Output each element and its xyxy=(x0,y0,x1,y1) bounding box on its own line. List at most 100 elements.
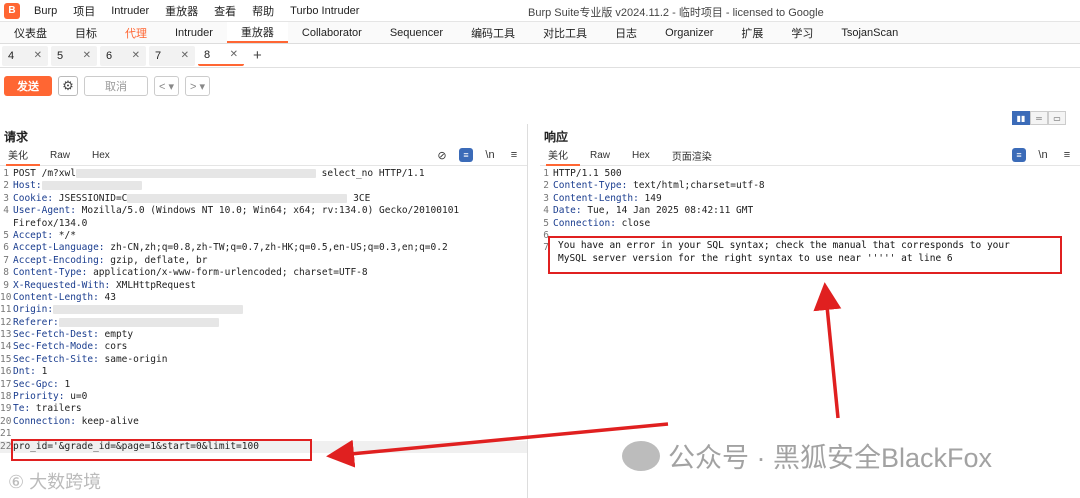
tab-target[interactable]: 目标 xyxy=(61,22,111,43)
code-text: Content-Length: 149 xyxy=(553,192,662,204)
tabbed-layout-icon[interactable]: ▭ xyxy=(1048,111,1066,125)
tab-raw[interactable]: Raw xyxy=(48,146,82,166)
wechat-icon xyxy=(622,440,660,471)
tab-comparer[interactable]: 对比工具 xyxy=(529,22,601,43)
close-icon[interactable]: ✕ xyxy=(132,50,140,61)
code-text: Sec-Fetch-Dest: empty xyxy=(13,329,134,341)
line-number xyxy=(0,218,13,230)
menu-burp[interactable]: Burp xyxy=(26,5,65,17)
code-line: 3 Cookie: JSESSIONID=C 3CE xyxy=(0,193,527,205)
tab-tsojanscan[interactable]: TsojanScan xyxy=(827,22,912,43)
tab-sequencer[interactable]: Sequencer xyxy=(376,22,457,43)
close-icon[interactable]: ✕ xyxy=(230,49,238,60)
repeater-tab-active[interactable]: 8 ✕ xyxy=(198,45,244,66)
line-number: 7 xyxy=(3,254,9,266)
code-line: 13 Sec-Fetch-Dest: empty xyxy=(0,329,527,341)
line-number: 3 xyxy=(3,192,9,204)
repeater-tab[interactable]: 7 ✕ xyxy=(149,45,195,66)
newline-icon[interactable]: \n xyxy=(1036,148,1050,162)
close-icon[interactable]: ✕ xyxy=(181,50,189,61)
add-tab-icon[interactable]: + xyxy=(253,47,262,64)
code-line: 14 Sec-Fetch-Mode: cors xyxy=(0,341,527,353)
code-text: Origin: xyxy=(13,304,244,316)
menu-project[interactable]: 项目 xyxy=(65,3,103,19)
menu-view[interactable]: 查看 xyxy=(206,3,244,19)
gear-icon[interactable]: ⚙ xyxy=(58,76,78,96)
repeater-tab[interactable]: 5 ✕ xyxy=(51,45,97,66)
line-number: 4 xyxy=(543,205,549,217)
menu-intruder[interactable]: Intruder xyxy=(103,5,157,17)
code-text: Te: trailers xyxy=(13,403,82,415)
menu-icon[interactable]: ≡ xyxy=(507,148,521,162)
code-text: Accept: */* xyxy=(13,229,76,241)
tab-dashboard[interactable]: 仪表盘 xyxy=(0,22,61,43)
hide-eye-icon[interactable]: ⊘ xyxy=(435,148,449,162)
tab-intruder[interactable]: Intruder xyxy=(161,22,227,43)
repeater-tab[interactable]: 6 ✕ xyxy=(100,45,146,66)
line-number: 19 xyxy=(0,403,12,415)
error-highlight-box xyxy=(548,236,1062,274)
close-icon[interactable]: ✕ xyxy=(34,50,42,61)
code-text: Sec-Gpc: 1 xyxy=(13,378,71,390)
line-number: 1 xyxy=(543,168,549,179)
back-button[interactable]: < ▾ xyxy=(154,76,180,96)
tab-hex[interactable]: Hex xyxy=(630,146,662,166)
tab-organizer[interactable]: Organizer xyxy=(651,22,727,43)
split-vertical-icon[interactable]: ═ xyxy=(1030,111,1048,125)
line-number: 20 xyxy=(0,415,12,427)
tab-hex[interactable]: Hex xyxy=(90,146,122,166)
tab-logger[interactable]: 日志 xyxy=(601,22,651,43)
tab-proxy[interactable]: 代理 xyxy=(111,22,161,43)
forward-button[interactable]: > ▾ xyxy=(185,76,211,96)
code-line: 2 Host: xyxy=(0,180,527,192)
tab-repeater[interactable]: 重放器 xyxy=(226,22,288,43)
menu-help[interactable]: 帮助 xyxy=(244,3,282,19)
code-text: HTTP/1.1 500 xyxy=(553,168,622,179)
close-icon[interactable]: ✕ xyxy=(83,50,91,61)
line-number: 5 xyxy=(543,217,549,229)
code-text: Dnt: 1 xyxy=(13,366,48,378)
wrap-lines-icon[interactable]: ≡ xyxy=(459,148,473,162)
code-line: 8 Content-Type: application/x-www-form-ur… xyxy=(0,267,527,279)
tab-decoder[interactable]: 编码工具 xyxy=(457,22,529,43)
tab-extensions[interactable]: 扩展 xyxy=(727,22,777,43)
request-editor[interactable]: 1 POST /m?xwl select_no HTTP/1.1 2 Host: 3 Co… xyxy=(0,166,527,453)
code-line: 3 Content-Length: 149 xyxy=(540,193,1080,205)
line-number: 5 xyxy=(3,229,9,241)
request-title: 请求 xyxy=(4,130,29,144)
repeater-tab[interactable]: 4 ✕ xyxy=(2,45,48,66)
watermark-text: 公众号 · 黑狐安全BlackFox xyxy=(668,443,993,473)
split-horizontal-icon[interactable]: ▮▮ xyxy=(1012,111,1030,125)
redacted-block xyxy=(53,305,244,315)
send-button[interactable]: 发送 xyxy=(4,76,52,96)
response-title: 响应 xyxy=(544,130,569,144)
repeater-tab-label: 4 xyxy=(8,49,15,62)
code-text: User-Agent: Mozilla/5.0 (Windows NT 10.0… xyxy=(13,205,460,217)
redacted-block xyxy=(58,317,219,327)
code-text: Connection: keep-alive xyxy=(13,415,139,427)
cancel-button[interactable]: 取消 xyxy=(84,76,148,96)
code-line: 4 Date: Tue, 14 Jan 2025 08:42:11 GMT xyxy=(540,205,1080,217)
code-text: Content-Type: text/html;charset=utf-8 xyxy=(553,180,765,192)
code-line: 9 X-Requested-With: XMLHttpRequest xyxy=(0,280,527,292)
code-text: Connection: close xyxy=(553,217,651,229)
tab-raw[interactable]: Raw xyxy=(588,146,622,166)
tab-pretty[interactable]: 美化 xyxy=(546,146,580,166)
tab-render[interactable]: 页面渲染 xyxy=(670,146,724,166)
code-line: 10 Content-Length: 43 xyxy=(0,292,527,304)
code-line: Firefox/134.0 xyxy=(0,218,527,230)
repeater-tabs: 4 ✕ 5 ✕ 6 ✕ 7 ✕ 8 ✕ + xyxy=(0,44,1080,68)
line-number: 2 xyxy=(3,180,9,192)
code-line: 12 Referer: xyxy=(0,317,527,329)
menu-repeater[interactable]: 重放器 xyxy=(157,3,206,19)
code-line: 7 Accept-Encoding: gzip, deflate, br xyxy=(0,255,527,267)
tab-collaborator[interactable]: Collaborator xyxy=(288,22,376,43)
menu-turbo-intruder[interactable]: Turbo Intruder xyxy=(282,5,367,17)
line-number: 16 xyxy=(0,366,12,378)
menu-icon[interactable]: ≡ xyxy=(1060,148,1074,162)
wrap-lines-icon[interactable]: ≡ xyxy=(1012,148,1026,162)
tab-learn[interactable]: 学习 xyxy=(777,22,827,43)
code-text: Accept-Encoding: gzip, deflate, br xyxy=(13,254,208,266)
newline-icon[interactable]: \n xyxy=(483,148,497,162)
tab-pretty[interactable]: 美化 xyxy=(6,146,40,166)
